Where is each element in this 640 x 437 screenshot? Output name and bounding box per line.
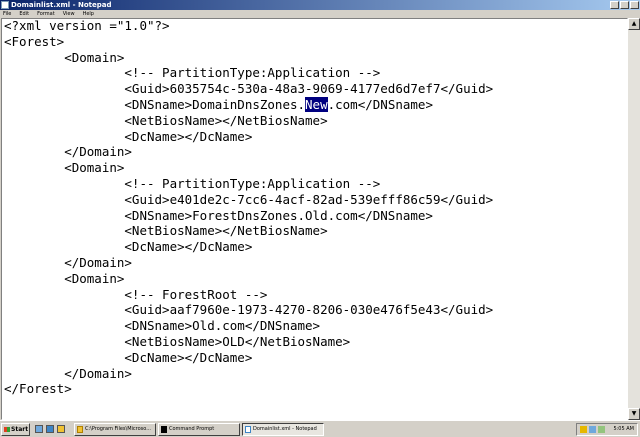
taskbar-button-command-prompt[interactable]: Command Prompt: [158, 423, 240, 436]
title-bar[interactable]: Domainlist.xml - Notepad: [0, 0, 640, 10]
text-line: </Domain>: [4, 365, 132, 381]
text-line: <Guid>e401de2c-7cc6-4acf-82ad-539efff86c…: [4, 191, 494, 207]
selected-text: New: [305, 97, 328, 112]
minimize-button[interactable]: [610, 1, 619, 9]
menu-edit[interactable]: Edit: [16, 10, 34, 18]
show-desktop-icon[interactable]: [35, 425, 43, 433]
text-line: <!-- PartitionType:Application -->: [4, 65, 381, 81]
windows-logo-icon: [4, 427, 10, 432]
text-line: <DcName></DcName>: [4, 128, 253, 144]
taskbar-button-label: Domainlist.xml - Notepad: [253, 426, 317, 432]
system-tray: 5:05 AM: [576, 423, 638, 436]
taskbar: Start C:\Program Files\Microso... Comman…: [0, 420, 640, 437]
menu-help[interactable]: Help: [80, 10, 99, 18]
internet-explorer-icon[interactable]: [46, 425, 54, 433]
text-line: <DcName></DcName>: [4, 239, 253, 255]
text-line: <Domain>: [4, 270, 125, 286]
text-line: <Domain>: [4, 160, 125, 176]
clock: 5:05 AM: [613, 426, 634, 432]
window-title: Domainlist.xml - Notepad: [11, 1, 112, 9]
scroll-down-button[interactable]: ▼: [628, 408, 640, 420]
text-line: </Domain>: [4, 144, 132, 160]
taskbar-button-explorer[interactable]: C:\Program Files\Microso...: [74, 423, 156, 436]
text-line: <NetBiosName>OLD</NetBiosName>: [4, 334, 351, 349]
notepad-icon: [1, 1, 9, 9]
text-line: <Guid>6035754c-530a-48a3-9069-4177ed6d7e…: [4, 81, 494, 97]
volume-icon[interactable]: [598, 426, 605, 433]
text-line: <DNSname>DomainDnsZones.New.com</DNSname…: [4, 97, 433, 112]
text-line: <Domain>: [4, 49, 125, 65]
text-line: </Forest>: [4, 381, 72, 397]
folder-icon: [77, 426, 83, 433]
text-line: <NetBiosName></NetBiosName>: [4, 112, 328, 128]
start-label: Start: [11, 426, 29, 433]
close-button[interactable]: [630, 1, 639, 9]
text-line: <DcName></DcName>: [4, 349, 253, 365]
notepad-icon: [245, 426, 251, 433]
scroll-up-button[interactable]: ▲: [628, 18, 640, 30]
network-icon[interactable]: [589, 426, 596, 433]
text-editor[interactable]: <?xml version ="1.0"?> <Forest> <Domain> …: [1, 18, 628, 420]
text-line: <?xml version ="1.0"?>: [4, 18, 170, 33]
text-line: <DNSname>Old.com</DNSname>: [4, 318, 321, 334]
vertical-scrollbar[interactable]: ▲ ▼: [628, 18, 640, 420]
text-line: <Guid>aaf7960e-1973-4270-8206-030e476f5e…: [4, 302, 494, 318]
text-line: <NetBiosName></NetBiosName>: [4, 223, 328, 239]
window-controls: [610, 1, 639, 9]
menu-bar: File Edit Format View Help: [0, 10, 640, 18]
text-line: <Forest>: [4, 33, 65, 49]
taskbar-button-notepad[interactable]: Domainlist.xml - Notepad: [242, 423, 324, 436]
taskbar-button-label: C:\Program Files\Microso...: [85, 426, 152, 432]
menu-view[interactable]: View: [60, 10, 80, 18]
cmd-icon: [161, 426, 167, 433]
warning-icon[interactable]: [580, 426, 587, 433]
text-line: <!-- ForestRoot -->: [4, 286, 268, 302]
text-line: <DNSname>ForestDnsZones.Old.com</DNSname…: [4, 207, 433, 223]
text-line: </Domain>: [4, 255, 132, 270]
taskbar-button-label: Command Prompt: [169, 426, 215, 432]
text-line: <!-- PartitionType:Application -->: [4, 176, 381, 191]
menu-file[interactable]: File: [0, 10, 16, 18]
maximize-button[interactable]: [620, 1, 629, 9]
start-button[interactable]: Start: [1, 423, 30, 436]
explorer-icon[interactable]: [57, 425, 65, 433]
menu-format[interactable]: Format: [34, 10, 60, 18]
